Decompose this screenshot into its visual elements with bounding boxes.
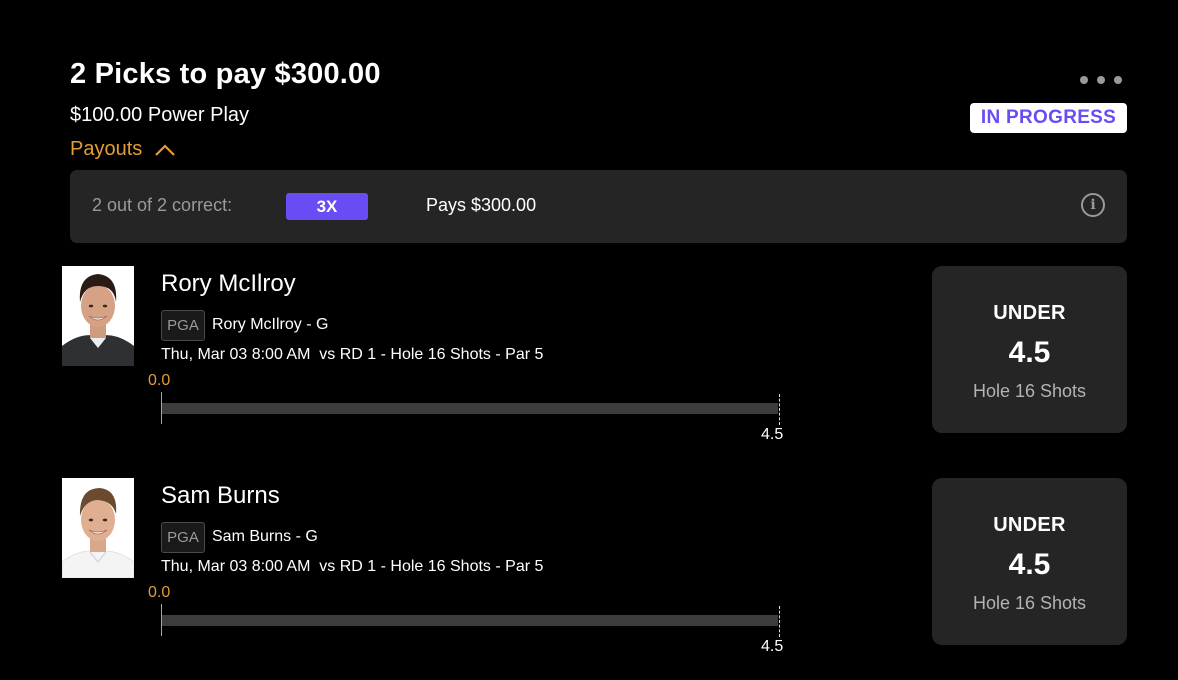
progress-track — [162, 615, 778, 626]
pick-card[interactable]: UNDER 4.5 Hole 16 Shots — [932, 478, 1127, 645]
progress-track — [162, 403, 778, 414]
league-tag: PGA — [161, 522, 205, 553]
chevron-up-icon — [155, 143, 176, 156]
pick-card[interactable]: UNDER 4.5 Hole 16 Shots — [932, 266, 1127, 433]
more-dot — [1097, 76, 1105, 84]
player-name: Rory McIlroy — [161, 270, 296, 297]
game-info: Thu, Mar 03 8:00 AM vs RD 1 - Hole 16 Sh… — [161, 346, 544, 363]
league-tag: PGA — [161, 310, 205, 341]
more-options-icon[interactable] — [1080, 70, 1128, 90]
progress-current-value: 0.0 — [148, 372, 171, 389]
game-info: Thu, Mar 03 8:00 AM vs RD 1 - Hole 16 Sh… — [161, 558, 544, 575]
payout-panel: 2 out of 2 correct: 3X Pays $300.00 i — [70, 170, 1127, 243]
player-name: Sam Burns — [161, 482, 280, 509]
player-team: Sam Burns - G — [212, 528, 318, 545]
avatar — [62, 478, 134, 578]
entry-subtitle: $100.00 Power Play — [70, 104, 250, 126]
avatar — [62, 266, 134, 366]
progress-line-value: 4.5 — [761, 638, 784, 655]
progress-current-value: 0.0 — [148, 584, 171, 601]
pick-row: Sam Burns PGA Sam Burns - G Thu, Mar 03 … — [0, 478, 1178, 678]
payout-amount: Pays $300.00 — [426, 195, 537, 215]
pick-line: 4.5 — [1008, 336, 1051, 369]
player-team: Rory McIlroy - G — [212, 316, 329, 333]
progress-line-value: 4.5 — [761, 426, 784, 443]
progress-line-marker — [779, 394, 780, 425]
more-dot — [1080, 76, 1088, 84]
pick-line: 4.5 — [1008, 548, 1051, 581]
status-badge: IN PROGRESS — [970, 103, 1127, 133]
pick-row: Rory McIlroy PGA Rory McIlroy - G Thu, M… — [0, 266, 1178, 466]
payout-correct-label: 2 out of 2 correct: — [92, 195, 233, 215]
pick-direction: UNDER — [993, 514, 1066, 536]
payouts-toggle[interactable]: Payouts — [70, 138, 176, 161]
info-icon[interactable]: i — [1081, 193, 1105, 217]
payout-multiplier: 3X — [286, 193, 368, 220]
more-dot — [1114, 76, 1122, 84]
pick-direction: UNDER — [993, 302, 1066, 324]
pick-stat: Hole 16 Shots — [972, 381, 1087, 401]
pick-stat: Hole 16 Shots — [972, 593, 1087, 613]
progress-line-marker — [779, 606, 780, 637]
entry-title: 2 Picks to pay $300.00 — [70, 58, 381, 90]
payouts-label: Payouts — [70, 138, 143, 160]
